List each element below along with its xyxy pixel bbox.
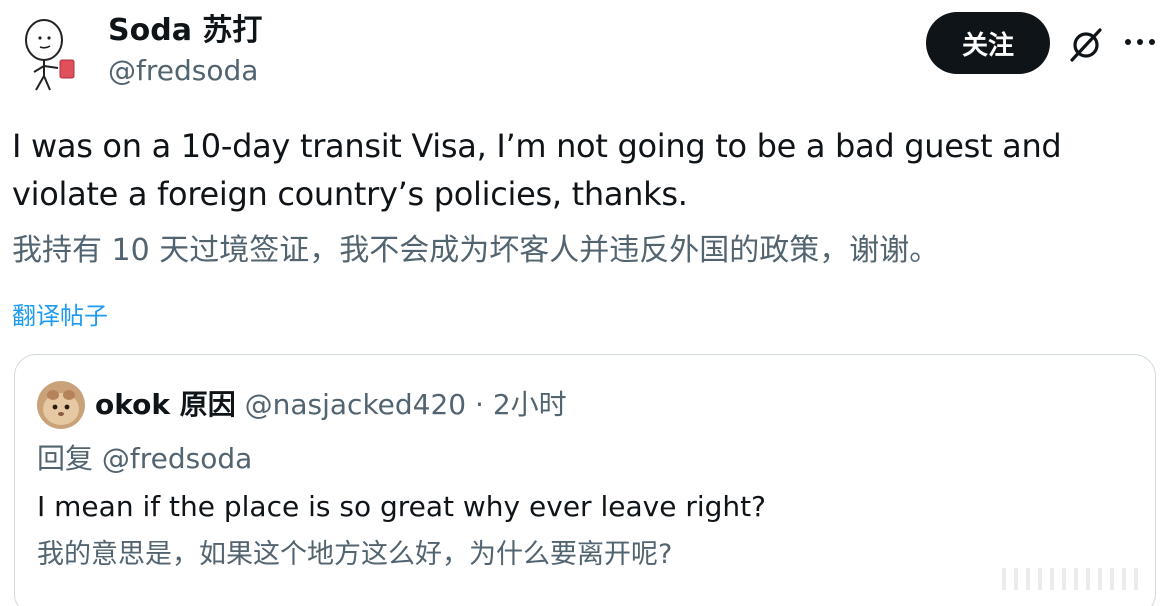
translate-post-link[interactable]: 翻译帖子: [12, 298, 108, 334]
quote-separator: ·: [475, 388, 484, 421]
quote-timestamp[interactable]: 2小时: [493, 388, 567, 421]
hamster-avatar-icon: [37, 381, 85, 429]
quote-text: I mean if the place is so great why ever…: [37, 490, 766, 523]
follow-button[interactable]: 关注: [926, 12, 1050, 74]
tweet-page: Soda 苏打 @fredsoda 关注 I was on a 10-day t…: [0, 0, 1170, 606]
author-handle[interactable]: @fredsoda: [108, 52, 258, 90]
quote-author-name[interactable]: okok 原因: [95, 388, 236, 421]
more-icon[interactable]: [1122, 24, 1158, 60]
author-avatar[interactable]: [14, 14, 86, 92]
grok-slash-icon: [1070, 28, 1102, 62]
quote-author-avatar[interactable]: [37, 381, 85, 429]
watermark-stripes-icon: [1002, 568, 1138, 590]
quoted-tweet-card[interactable]: okok 原因 @nasjacked420 · 2小时 回复 @fredsoda…: [14, 354, 1156, 606]
quote-reply-to[interactable]: 回复 @fredsoda: [37, 439, 252, 479]
author-display-name[interactable]: Soda 苏打: [108, 12, 262, 50]
grok-icon[interactable]: [1066, 24, 1106, 64]
quote-header: okok 原因 @nasjacked420 · 2小时: [95, 385, 567, 425]
stick-figure-avatar-icon: [25, 19, 75, 91]
watermark: [1002, 564, 1152, 594]
quote-translated-text: 我的意思是，如果这个地方这么好，为什么要离开呢?: [37, 539, 673, 570]
ellipsis-icon: [1125, 39, 1155, 45]
tweet-translated-text: 我持有 10 天过境签证，我不会成为坏客人并违反外国的政策，谢谢。: [12, 233, 940, 268]
quote-author-handle[interactable]: @nasjacked420: [245, 388, 466, 421]
tweet-text: I was on a 10-day transit Visa, I’m not …: [12, 127, 1062, 213]
